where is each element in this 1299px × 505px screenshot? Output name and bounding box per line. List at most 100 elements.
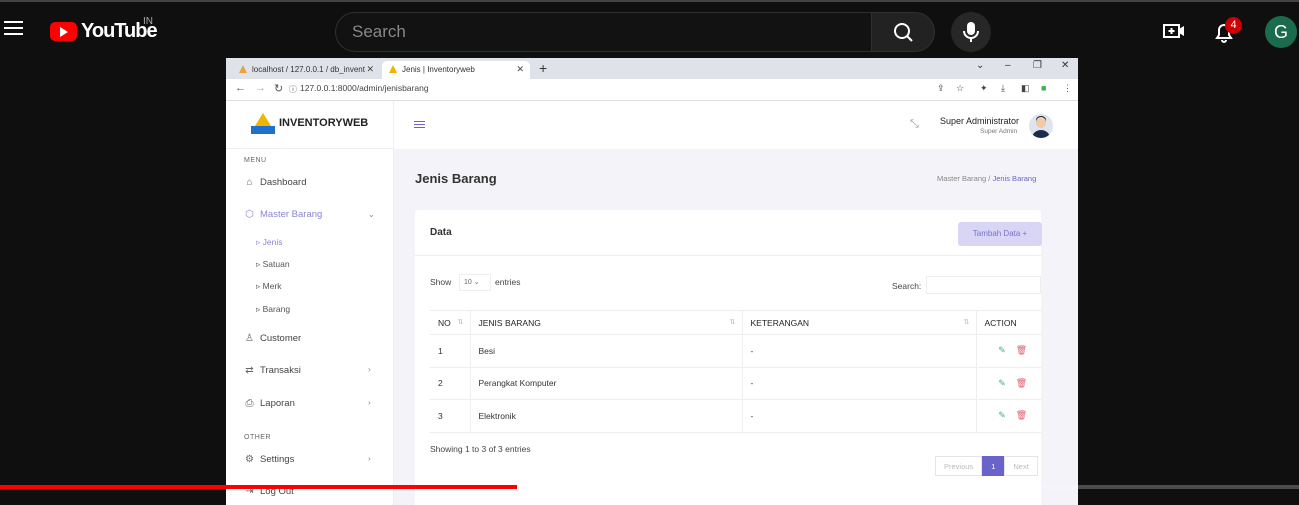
subitem-label: Merk bbox=[262, 281, 282, 291]
close-tab-icon[interactable]: ✕ bbox=[516, 64, 524, 75]
col-no[interactable]: NO ⇅ bbox=[430, 310, 470, 335]
cell-action: ✎ 🗑 bbox=[975, 399, 1041, 433]
col-keterangan[interactable]: KETERANGAN ⇅ bbox=[741, 310, 976, 335]
subitem-label: Jenis bbox=[262, 237, 283, 247]
user-avatar[interactable] bbox=[1029, 114, 1053, 138]
home-icon: ⌂ bbox=[246, 177, 253, 188]
minimize-icon[interactable]: – bbox=[1005, 60, 1011, 71]
youtube-search-input[interactable]: Search bbox=[335, 12, 872, 52]
col-action: ACTION bbox=[975, 310, 1041, 335]
cell-keterangan: - bbox=[741, 334, 976, 368]
edit-icon[interactable]: ✎ bbox=[998, 410, 1006, 420]
cube-icon: ⬡ bbox=[245, 209, 254, 220]
pagination: Previous 1 Next bbox=[935, 456, 1038, 476]
voice-search-button[interactable] bbox=[951, 12, 991, 52]
sidebar-item-transaksi[interactable]: ⇄ Transaksi bbox=[244, 365, 301, 376]
trash-icon[interactable]: 🗑 bbox=[1016, 378, 1027, 388]
browser-tab-inventoryweb[interactable]: Jenis | Inventoryweb ✕ bbox=[382, 61, 530, 79]
tab-label: Jenis | Inventoryweb bbox=[402, 65, 475, 74]
sidebar-subitem-merk[interactable]: ▹ Merk bbox=[256, 281, 282, 292]
video-progress-fill bbox=[0, 485, 517, 489]
menu-heading: MENU bbox=[244, 157, 267, 164]
jenis-table: NO ⇅ JENIS BARANG ⇅ KETERANGAN ⇅ ACTION 1 B… bbox=[430, 310, 1041, 433]
sidebar-toggle-icon[interactable] bbox=[414, 121, 425, 130]
url-input[interactable]: 127.0.0.1:8000/admin/jenisbarang bbox=[300, 83, 429, 93]
account-avatar[interactable]: G bbox=[1265, 16, 1297, 48]
table-search-input[interactable] bbox=[926, 276, 1041, 294]
sidebar-item-customer[interactable]: ♙ Customer bbox=[244, 333, 301, 344]
share-icon[interactable]: ⇪ bbox=[937, 83, 945, 94]
sort-icon: ⇅ bbox=[457, 318, 464, 326]
browser-menu-icon[interactable]: ⋮ bbox=[1063, 83, 1072, 94]
sidebar-item-dashboard[interactable]: ⌂ Dashboard bbox=[244, 177, 306, 188]
sidebar-item-settings[interactable]: ⚙ Settings bbox=[244, 454, 294, 465]
sort-icon: ⇅ bbox=[729, 318, 736, 326]
exchange-icon: ⇄ bbox=[245, 365, 254, 376]
sort-icon: ⇅ bbox=[963, 318, 970, 326]
new-tab-icon[interactable]: + bbox=[539, 60, 547, 76]
create-video-icon[interactable] bbox=[1163, 21, 1185, 41]
pagination-next[interactable]: Next bbox=[1004, 456, 1038, 476]
video-frame[interactable]: localhost / 127.0.0.1 / db_invent ✕ Jeni… bbox=[226, 58, 1078, 505]
sidebar-item-label: Settings bbox=[260, 454, 295, 465]
youtube-search-button[interactable] bbox=[871, 12, 935, 52]
cell-no: 1 bbox=[430, 334, 470, 368]
sidebar-subitem-satuan[interactable]: ▹ Satuan bbox=[256, 259, 290, 270]
chevron-right-icon: › bbox=[368, 398, 371, 407]
brand-name: INVENTORYWEB bbox=[279, 117, 369, 129]
chevron-right-icon: › bbox=[368, 454, 371, 463]
breadcrumb-current: Jenis Barang bbox=[992, 174, 1037, 183]
sidepanel-icon[interactable]: ◧ bbox=[1021, 83, 1030, 94]
card-title: Data bbox=[430, 227, 452, 238]
table-row: 2 Perangkat Komputer - ✎ 🗑 bbox=[430, 367, 1041, 400]
page-length-value: 10 bbox=[464, 279, 472, 286]
sidebar-subitem-jenis[interactable]: ▹ Jenis bbox=[256, 237, 282, 248]
close-tab-icon[interactable]: ✕ bbox=[366, 64, 374, 75]
hamburger-menu-icon[interactable] bbox=[4, 21, 23, 35]
youtube-logo[interactable]: YouTube bbox=[50, 20, 158, 43]
forward-icon[interactable]: → bbox=[255, 82, 266, 94]
trash-icon[interactable]: 🗑 bbox=[1016, 410, 1027, 420]
extension-green-icon[interactable]: ■ bbox=[1041, 83, 1046, 93]
cell-jenis: Besi bbox=[469, 334, 742, 368]
brand[interactable]: INVENTORYWEB bbox=[251, 112, 368, 134]
close-window-icon[interactable]: ✕ bbox=[1061, 60, 1069, 71]
trash-icon[interactable]: 🗑 bbox=[1016, 345, 1027, 355]
browser-tab-phpmyadmin[interactable]: localhost / 127.0.0.1 / db_invent ✕ bbox=[232, 61, 380, 79]
download-icon[interactable]: ⤓ bbox=[1001, 83, 1005, 94]
tab-search-chevron-icon[interactable]: ⌄ bbox=[976, 60, 984, 71]
pagination-previous[interactable]: Previous bbox=[935, 456, 983, 476]
extensions-icon[interactable]: ✦ bbox=[980, 83, 988, 94]
edit-icon[interactable]: ✎ bbox=[998, 345, 1006, 355]
restore-icon[interactable]: ❐ bbox=[1033, 60, 1042, 71]
reload-icon[interactable]: ↻ bbox=[274, 82, 283, 95]
youtube-play-icon bbox=[50, 22, 77, 41]
sidebar-item-laporan[interactable]: ⎙ Laporan bbox=[244, 398, 295, 409]
breadcrumb-parent[interactable]: Master Barang bbox=[937, 174, 986, 183]
subitem-label: Satuan bbox=[262, 259, 290, 269]
table-row: 3 Elektronik - ✎ 🗑 bbox=[430, 399, 1041, 433]
site-info-icon[interactable]: ⓘ bbox=[289, 84, 297, 95]
page-length-select[interactable]: 10 ⌄ bbox=[459, 274, 491, 291]
printer-icon: ⎙ bbox=[245, 398, 254, 409]
pagination-page[interactable]: 1 bbox=[982, 456, 1005, 476]
sidebar-item-master-barang[interactable]: ⬡ Master Barang bbox=[244, 209, 322, 220]
col-label: JENIS BARANG bbox=[478, 317, 541, 328]
fullscreen-exit-icon[interactable]: ⤡ bbox=[910, 118, 919, 131]
show-label: Show bbox=[430, 277, 452, 287]
sidebar-subitem-barang[interactable]: ▹ Barang bbox=[256, 304, 290, 315]
app-topbar: ⤡ Super Administrator Super Admin bbox=[394, 101, 1078, 149]
cell-action: ✎ 🗑 bbox=[975, 334, 1041, 368]
bookmark-star-icon[interactable]: ☆ bbox=[956, 83, 964, 94]
main-content: Jenis Barang Master Barang / Jenis Baran… bbox=[394, 149, 1078, 505]
user-name[interactable]: Super Administrator bbox=[940, 116, 1019, 126]
entries-label: entries bbox=[495, 277, 521, 287]
other-heading: OTHER bbox=[244, 434, 271, 441]
browser-tab-bar: localhost / 127.0.0.1 / db_invent ✕ Jeni… bbox=[226, 58, 1078, 79]
edit-icon[interactable]: ✎ bbox=[998, 378, 1006, 388]
col-jenis[interactable]: JENIS BARANG ⇅ bbox=[469, 310, 742, 335]
sidebar-item-label: Customer bbox=[260, 333, 302, 344]
inventory-favicon-icon bbox=[389, 65, 397, 73]
add-data-button[interactable]: Tambah Data + bbox=[958, 222, 1042, 246]
back-icon[interactable]: ← bbox=[235, 82, 246, 94]
